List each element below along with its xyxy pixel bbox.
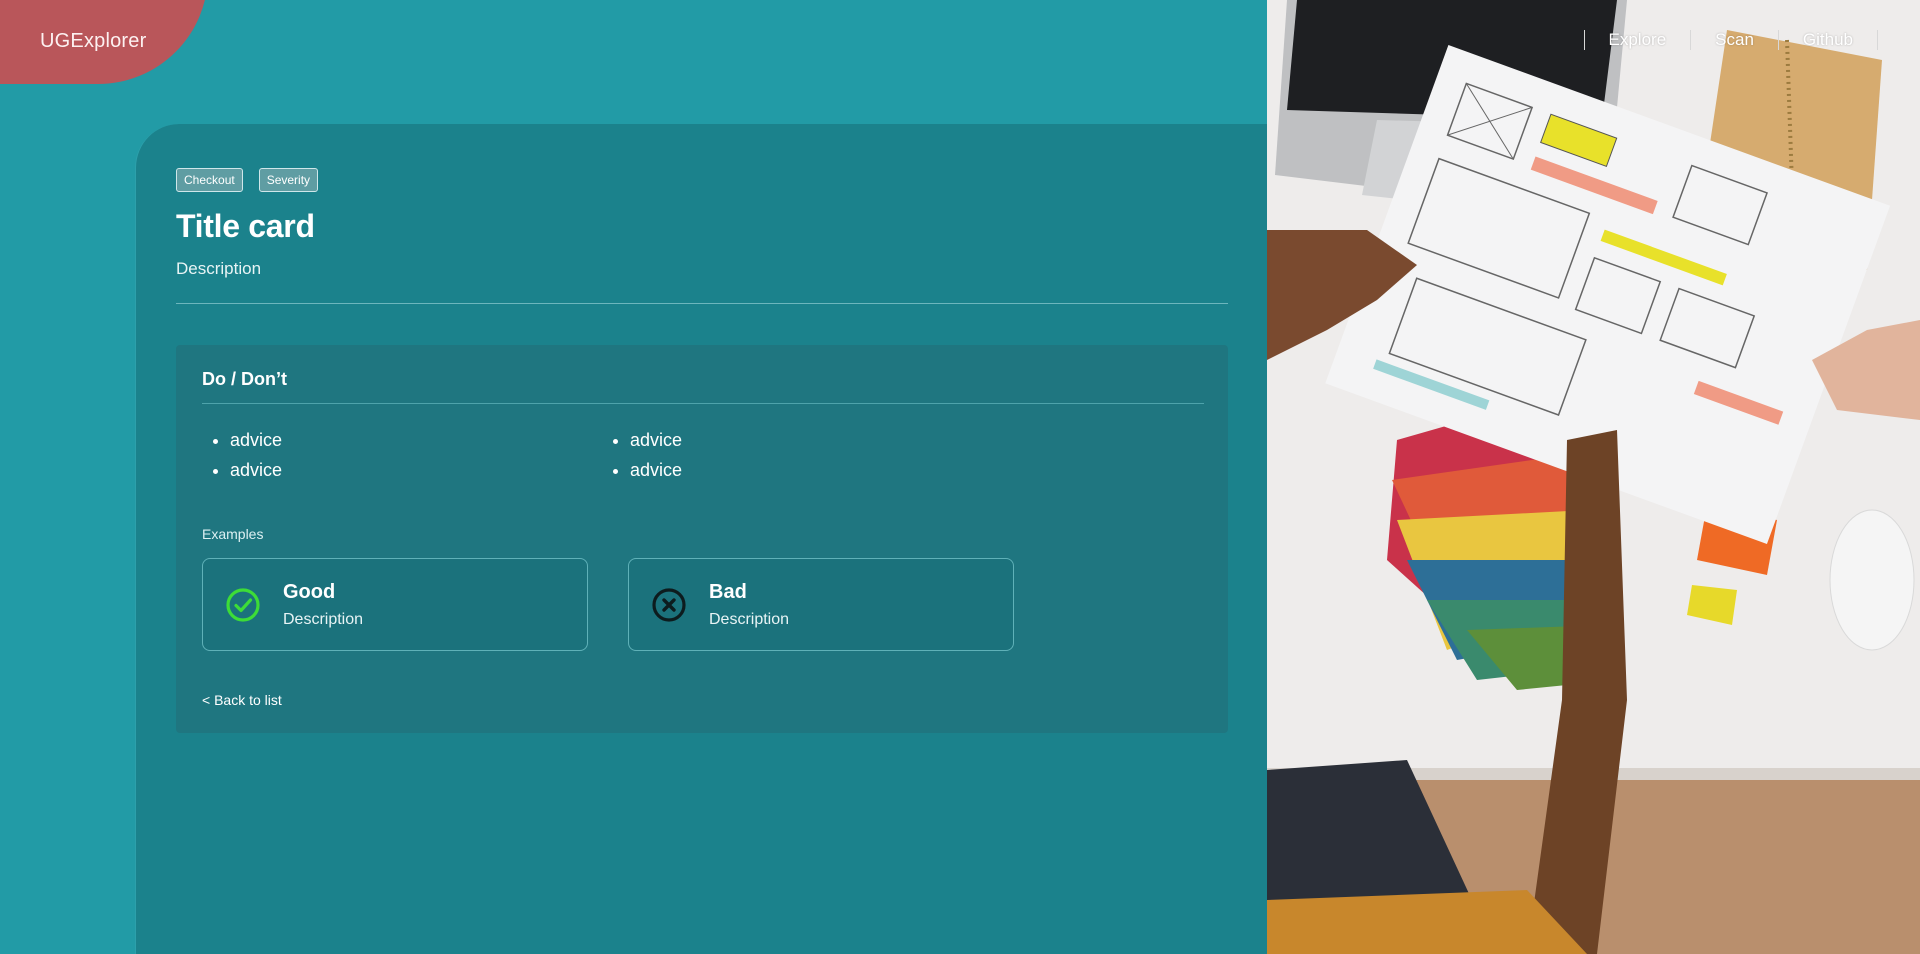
app-logo[interactable]: UGExplorer [40, 30, 146, 53]
bad-example-card[interactable]: Bad Description [628, 558, 1014, 651]
good-example-card[interactable]: Good Description [202, 558, 588, 651]
advice-item: advice [230, 455, 282, 485]
tag-list: Checkout Severity [176, 168, 319, 192]
advice-item: advice [630, 425, 682, 455]
do-advice-list: advice advice [202, 425, 282, 485]
dont-advice-list: advice advice [602, 425, 682, 485]
nav-scan[interactable]: Scan [1691, 30, 1778, 50]
examples-label: Examples [202, 526, 264, 542]
design-wireframes-photo [1267, 0, 1920, 954]
do-dont-title: Do / Don’t [202, 369, 287, 389]
bad-example-description: Description [709, 611, 790, 628]
page-title: Title card [176, 208, 315, 244]
x-circle-icon [652, 588, 686, 622]
tag-severity[interactable]: Severity [258, 168, 319, 192]
check-circle-icon [226, 588, 260, 622]
hero-image: Explore Scan Github [1267, 0, 1920, 954]
top-nav: Explore Scan Github [1583, 30, 1920, 50]
tag-checkout[interactable]: Checkout [176, 168, 243, 192]
page-description: Description [176, 259, 262, 278]
do-dont-divider [202, 403, 1204, 404]
divider [176, 303, 1228, 304]
good-example-title: Good [283, 581, 336, 603]
do-dont-section: Do / Don’t advice advice advice advice E… [176, 345, 1228, 733]
back-to-list-link[interactable]: < Back to list [202, 692, 282, 708]
advice-item: advice [630, 455, 682, 485]
nav-explore[interactable]: Explore [1585, 30, 1691, 50]
nav-github[interactable]: Github [1779, 30, 1877, 50]
nav-separator [1877, 30, 1878, 50]
advice-item: advice [230, 425, 282, 455]
bad-example-title: Bad [709, 581, 747, 603]
good-example-description: Description [283, 611, 364, 628]
main-panel: Checkout Severity Title card Description… [135, 124, 1267, 954]
